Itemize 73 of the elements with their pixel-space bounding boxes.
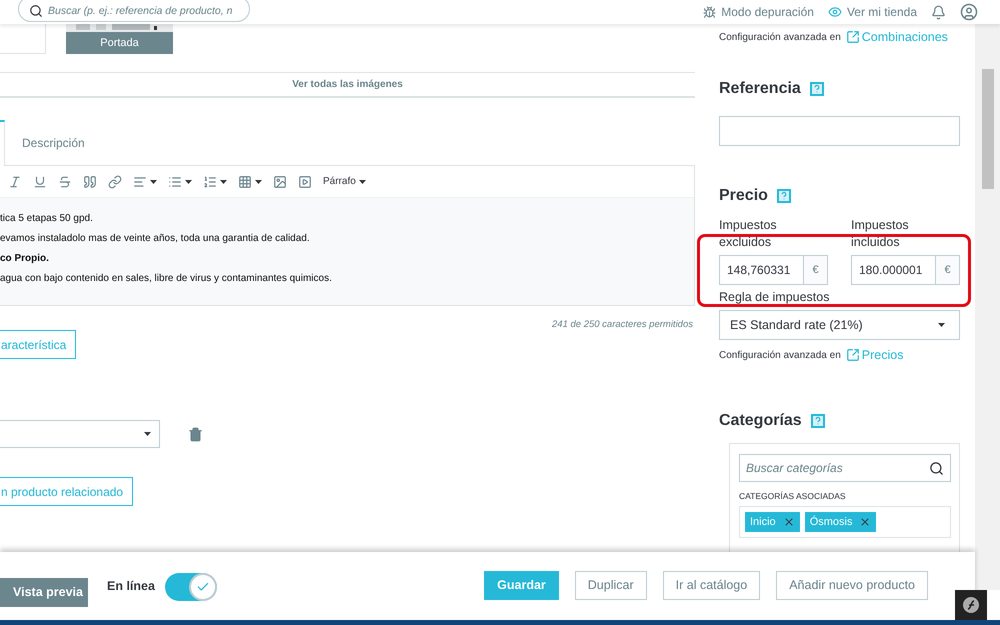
bullets-icon[interactable] — [168, 174, 182, 188]
view-all-images-link[interactable]: Ver todas las imágenes — [0, 72, 695, 98]
format-dropdown[interactable]: Párrafo — [323, 176, 356, 187]
strike-icon[interactable] — [58, 174, 72, 188]
tax-rule-label: Regla de impuestos — [719, 290, 830, 304]
currency-addon: € — [935, 256, 959, 284]
associated-categories-label: CATEGORÍAS ASOCIADAS — [739, 491, 847, 501]
price-label: Impuestos incluidos — [851, 217, 910, 251]
external-link-icon — [846, 30, 860, 44]
image-icon[interactable] — [273, 174, 287, 188]
tax-rule-select[interactable]: ES Standard rate (21%) — [719, 310, 960, 340]
currency-addon: € — [803, 256, 827, 284]
search-icon — [29, 4, 43, 18]
view-store-link[interactable]: Ver mi tienda — [828, 5, 917, 19]
caret-icon — [938, 323, 945, 327]
external-link-icon — [846, 348, 860, 362]
action-button[interactable]: Ir al catálogo — [662, 570, 760, 600]
select-field[interactable] — [0, 420, 160, 448]
combinations-link[interactable]: Combinaciones — [846, 30, 948, 44]
editor-text-line: agua con bajo contenido en sales, libre de virus y contaminantes quimicos. — [0, 272, 333, 285]
price-heading: Precio — [719, 187, 768, 205]
caret-icon — [144, 432, 151, 436]
search-field[interactable]: Buscar (p. ej.: referencia de producto, n — [18, 0, 250, 22]
help-icon[interactable] — [776, 189, 791, 203]
delete-icon[interactable] — [188, 426, 203, 442]
scrollbar[interactable] — [975, 24, 1000, 590]
align-icon[interactable] — [133, 174, 147, 188]
quote-icon[interactable] — [83, 174, 97, 188]
save-button[interactable]: Guardar — [484, 570, 559, 600]
character-counter: 241 de 250 caracteres permitidos — [551, 319, 694, 330]
bug-icon — [703, 6, 716, 18]
search-icon — [929, 460, 944, 476]
add-related-product-button[interactable]: n producto relacionado — [0, 477, 134, 506]
price-field[interactable]: 180.000001 € — [851, 255, 960, 285]
help-icon[interactable] — [810, 82, 824, 96]
reference-field[interactable] — [719, 116, 960, 146]
video-icon[interactable] — [298, 174, 312, 188]
underline-icon[interactable] — [33, 174, 47, 188]
category-tag[interactable]: Ósmosis — [804, 512, 876, 532]
cover-label: Portada — [66, 32, 173, 54]
search-input[interactable]: Buscar (p. ej.: referencia de producto, n — [48, 5, 249, 17]
online-label: En línea — [107, 579, 155, 593]
online-toggle[interactable] — [164, 573, 217, 601]
tab[interactable] — [0, 120, 5, 166]
advanced-settings-text: Configuración avanzada en — [719, 32, 841, 42]
price-label: Impuestos excluidos — [719, 217, 778, 251]
preview-button[interactable]: Vista previa — [0, 578, 88, 606]
help-icon[interactable] — [810, 414, 825, 428]
add-feature-button[interactable]: aracterística — [0, 330, 76, 359]
debug-mode-link[interactable]: Modo depuración — [703, 5, 814, 19]
eye-icon — [828, 5, 842, 19]
editor-text-line: evamos instaladolo mas de veinte años, toda una garantia de calidad. — [0, 232, 311, 245]
italic-icon[interactable] — [8, 174, 22, 188]
category-tag[interactable]: Inicio — [745, 512, 800, 532]
tags-field[interactable]: Inicio Ósmosis — [739, 506, 951, 538]
link-icon[interactable] — [108, 174, 122, 188]
categories-heading: Categorías — [719, 412, 802, 430]
editor-text-line: tica 5 etapas 50 gpd. — [0, 212, 94, 225]
reference-heading: Referencia — [719, 80, 801, 98]
action-button[interactable]: Añadir nuevo producto — [776, 570, 928, 600]
action-button[interactable]: Duplicar — [574, 570, 647, 600]
prices-link[interactable]: Precios — [846, 348, 904, 362]
debug-toolbar-icon[interactable] — [955, 590, 987, 620]
remove-icon[interactable] — [782, 516, 795, 528]
advanced-settings-text: Configuración avanzada en — [719, 350, 841, 360]
category-search-field[interactable]: Buscar categorías — [739, 454, 951, 482]
table-icon[interactable] — [238, 174, 252, 188]
remove-icon[interactable] — [859, 516, 872, 528]
user-icon[interactable] — [960, 3, 978, 21]
price-field[interactable]: 148,760331 € — [719, 255, 828, 285]
notifications-icon[interactable] — [931, 4, 946, 20]
editor-text-line: co Propio. — [0, 252, 50, 265]
numbers-icon[interactable] — [203, 174, 217, 188]
